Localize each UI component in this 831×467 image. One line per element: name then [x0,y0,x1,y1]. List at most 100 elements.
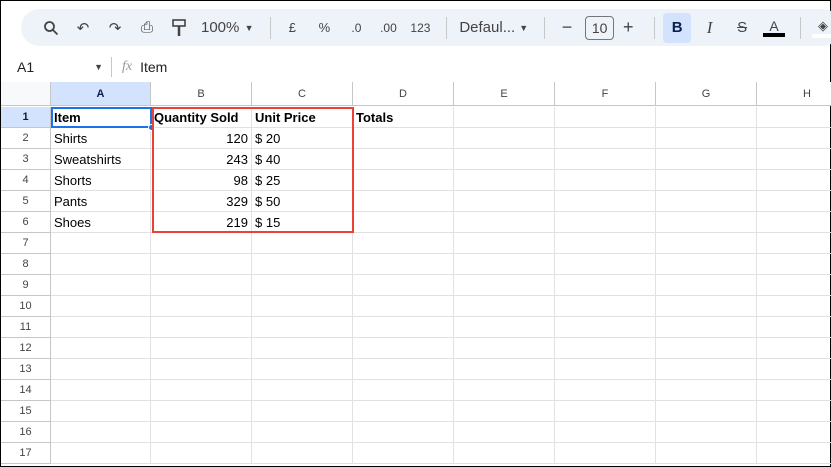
cell-a11[interactable] [51,317,151,338]
cell-f13[interactable] [555,359,656,380]
cell-c14[interactable] [252,380,353,401]
cell-b9[interactable] [151,275,252,296]
cell-h12[interactable] [757,338,831,359]
cell-a4[interactable]: Shorts [51,170,151,191]
cell-g10[interactable] [656,296,757,317]
font-size-increase-icon[interactable]: + [614,14,642,42]
print-icon[interactable]: ⎙ [133,14,161,42]
increase-decimal-button[interactable]: .00 [374,14,402,42]
cell-d6[interactable] [353,212,454,233]
cell-b14[interactable] [151,380,252,401]
cell-g2[interactable] [656,128,757,149]
row-header-7[interactable]: 7 [1,233,51,254]
cell-a3[interactable]: Sweatshirts [51,149,151,170]
cell-g8[interactable] [656,254,757,275]
cell-d11[interactable] [353,317,454,338]
cell-f9[interactable] [555,275,656,296]
cell-e2[interactable] [454,128,555,149]
cell-a8[interactable] [51,254,151,275]
cell-f16[interactable] [555,422,656,443]
cell-b16[interactable] [151,422,252,443]
cell-h13[interactable] [757,359,831,380]
cell-a15[interactable] [51,401,151,422]
row-header-2[interactable]: 2 [1,128,51,149]
cell-a2[interactable]: Shirts [51,128,151,149]
row-header-10[interactable]: 10 [1,296,51,317]
name-box[interactable]: A1 ▼ [1,59,107,75]
cell-f15[interactable] [555,401,656,422]
cell-h3[interactable] [757,149,831,170]
cell-c7[interactable] [252,233,353,254]
cell-f14[interactable] [555,380,656,401]
cell-a13[interactable] [51,359,151,380]
column-header-c[interactable]: C [252,82,353,106]
row-header-9[interactable]: 9 [1,275,51,296]
cell-f6[interactable] [555,212,656,233]
cell-d2[interactable] [353,128,454,149]
cell-e11[interactable] [454,317,555,338]
cell-e6[interactable] [454,212,555,233]
cell-d14[interactable] [353,380,454,401]
cell-h7[interactable] [757,233,831,254]
row-header-5[interactable]: 5 [1,191,51,212]
cell-f4[interactable] [555,170,656,191]
search-icon[interactable] [37,14,65,42]
cell-h6[interactable] [757,212,831,233]
cell-f3[interactable] [555,149,656,170]
cell-h2[interactable] [757,128,831,149]
cell-h15[interactable] [757,401,831,422]
bold-button[interactable]: B [663,12,692,43]
cell-a7[interactable] [51,233,151,254]
row-header-11[interactable]: 11 [1,317,51,338]
cell-b11[interactable] [151,317,252,338]
cell-d9[interactable] [353,275,454,296]
formula-input[interactable]: Item [140,59,167,75]
row-header-12[interactable]: 12 [1,338,51,359]
row-header-1[interactable]: 1 [1,107,51,128]
cell-e7[interactable] [454,233,555,254]
cell-g4[interactable] [656,170,757,191]
cell-d13[interactable] [353,359,454,380]
font-select[interactable]: Defaul... ▼ [455,14,532,42]
row-header-16[interactable]: 16 [1,422,51,443]
cell-b13[interactable] [151,359,252,380]
cell-e17[interactable] [454,443,555,464]
cell-c11[interactable] [252,317,353,338]
cell-h17[interactable] [757,443,831,464]
cell-f11[interactable] [555,317,656,338]
cell-h4[interactable] [757,170,831,191]
cell-a12[interactable] [51,338,151,359]
column-header-f[interactable]: F [555,82,656,106]
cell-a10[interactable] [51,296,151,317]
paint-format-icon[interactable] [165,14,193,42]
cell-g15[interactable] [656,401,757,422]
cell-e14[interactable] [454,380,555,401]
italic-button[interactable]: I [695,14,724,42]
cell-a5[interactable]: Pants [51,191,151,212]
column-header-h[interactable]: H [757,82,831,106]
cell-f8[interactable] [555,254,656,275]
cell-f2[interactable] [555,128,656,149]
cell-f7[interactable] [555,233,656,254]
cell-d12[interactable] [353,338,454,359]
cell-c12[interactable] [252,338,353,359]
redo-icon[interactable]: ↷ [101,14,129,42]
cell-g3[interactable] [656,149,757,170]
cell-e15[interactable] [454,401,555,422]
cell-d5[interactable] [353,191,454,212]
cell-f10[interactable] [555,296,656,317]
cell-g9[interactable] [656,275,757,296]
zoom-select[interactable]: 100% ▼ [197,14,258,42]
cell-d7[interactable] [353,233,454,254]
row-header-3[interactable]: 3 [1,149,51,170]
cell-c10[interactable] [252,296,353,317]
cell-h8[interactable] [757,254,831,275]
cell-g5[interactable] [656,191,757,212]
cell-f5[interactable] [555,191,656,212]
cell-f12[interactable] [555,338,656,359]
cell-e9[interactable] [454,275,555,296]
cell-a6[interactable]: Shoes [51,212,151,233]
cell-a16[interactable] [51,422,151,443]
cell-g7[interactable] [656,233,757,254]
cell-c8[interactable] [252,254,353,275]
